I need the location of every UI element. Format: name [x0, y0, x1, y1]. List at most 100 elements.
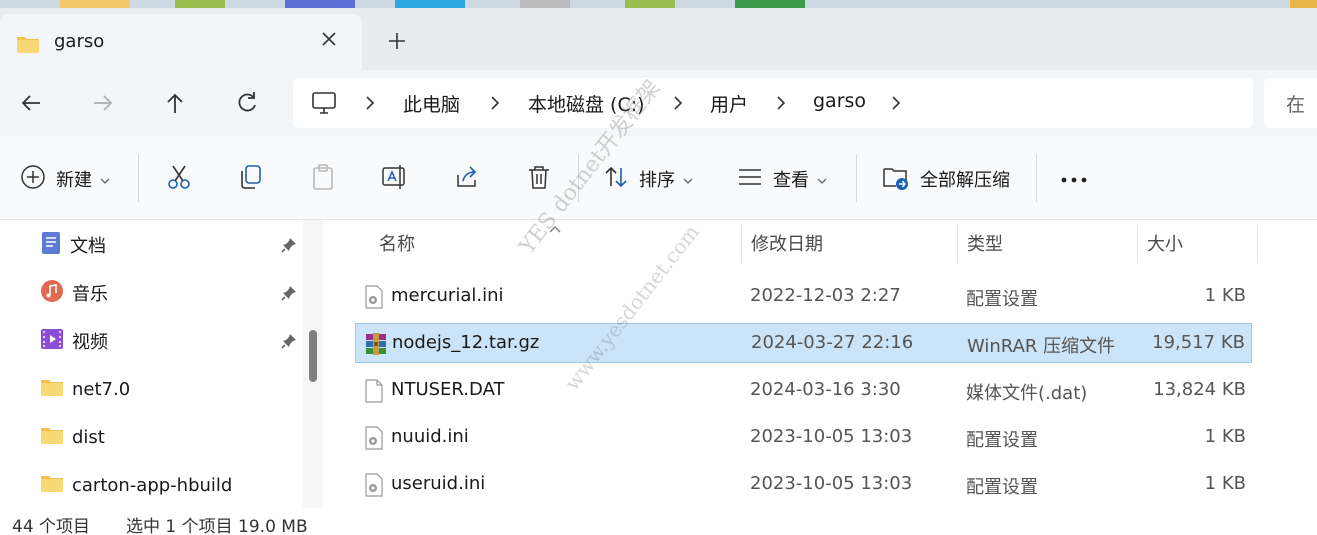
file-modified: 2022-12-03 2:27	[750, 285, 901, 306]
new-label: 新建	[56, 170, 92, 191]
more-icon	[1060, 169, 1088, 190]
copy-button[interactable]	[237, 164, 265, 194]
copy-icon	[237, 163, 265, 196]
tab-title: garso	[54, 31, 105, 52]
sidebar-item-label: 音乐	[72, 284, 108, 305]
item-count: 44 个项目	[12, 517, 91, 535]
sort-ascending-icon	[548, 218, 562, 239]
arrow-up-icon[interactable]	[160, 88, 190, 118]
file-type: 配置设置	[966, 477, 1038, 498]
documents-icon	[40, 231, 62, 260]
search-input[interactable]: 在	[1264, 78, 1317, 128]
view-button[interactable]: 查看	[737, 164, 827, 194]
column-divider[interactable]	[957, 226, 958, 262]
extract-folder-icon	[882, 163, 910, 196]
folder-icon	[40, 473, 64, 498]
share-button[interactable]	[453, 164, 481, 194]
clipboard-icon	[309, 163, 337, 196]
chevron-down-icon	[817, 169, 827, 190]
music-icon	[40, 279, 64, 308]
view-label: 查看	[773, 170, 809, 191]
view-list-icon	[737, 164, 763, 195]
rename-icon	[381, 163, 409, 196]
chevron-right-icon[interactable]	[889, 94, 903, 112]
sort-label: 排序	[639, 170, 675, 191]
file-name: nuuid.ini	[391, 426, 469, 447]
more-button[interactable]	[1060, 164, 1088, 194]
pin-icon[interactable]	[280, 236, 298, 254]
folder-icon	[40, 425, 64, 450]
table-row[interactable]: useruid.ini 2023-10-05 13:03 配置设置 1 KB	[355, 465, 1252, 505]
column-divider[interactable]	[741, 226, 742, 262]
sidebar-item-label: dist	[72, 426, 105, 448]
chevron-down-icon	[683, 169, 693, 190]
selection-info: 选中 1 个项目 19.0 MB	[126, 517, 308, 535]
breadcrumb-users[interactable]: 用户	[710, 90, 748, 117]
toolbar-divider	[578, 154, 579, 202]
pin-icon[interactable]	[280, 332, 298, 350]
table-row[interactable]: mercurial.ini 2022-12-03 2:27 配置设置 1 KB	[355, 277, 1252, 317]
breadcrumb-this-pc[interactable]: 此电脑	[403, 90, 460, 117]
sidebar-item-carton-app-hbuild[interactable]: carton-app-hbuild	[40, 470, 232, 500]
new-button[interactable]: 新建	[20, 164, 110, 194]
column-divider[interactable]	[1137, 226, 1138, 262]
table-row[interactable]: NTUSER.DAT 2024-03-16 3:30 媒体文件(.dat) 13…	[355, 371, 1252, 411]
sidebar-item-net70[interactable]: net7.0	[40, 374, 130, 404]
breadcrumb-garso[interactable]: garso	[813, 90, 866, 112]
column-header-type[interactable]: 类型	[967, 230, 1003, 256]
file-size: 19,517 KB	[1152, 332, 1245, 353]
search-placeholder: 在	[1286, 94, 1306, 116]
folder-icon	[16, 34, 40, 59]
cut-button[interactable]	[165, 164, 193, 194]
breadcrumb-local-disk[interactable]: 本地磁盘 (C:)	[528, 90, 645, 117]
column-header-size[interactable]: 大小	[1147, 230, 1183, 256]
status-bar: 44 个项目 选中 1 个项目 19.0 MB	[0, 508, 1317, 535]
column-header-name[interactable]: 名称	[379, 230, 415, 256]
file-type: WinRAR 压缩文件	[967, 336, 1116, 357]
sidebar-item-label: 视频	[72, 332, 108, 353]
sort-button[interactable]: 排序	[603, 164, 693, 194]
plus-icon[interactable]	[384, 28, 410, 54]
delete-button[interactable]	[525, 164, 553, 194]
chevron-down-icon	[100, 169, 110, 190]
close-icon[interactable]	[318, 28, 340, 50]
extract-all-button[interactable]: 全部解压缩	[882, 164, 1010, 194]
sidebar-item-label: carton-app-hbuild	[72, 474, 233, 496]
extract-all-label: 全部解压缩	[920, 170, 1010, 191]
command-bar: 新建 排序 查看 全部解压缩	[0, 136, 1317, 220]
file-name: NTUSER.DAT	[391, 379, 505, 400]
rename-button[interactable]	[381, 164, 409, 194]
file-size: 13,824 KB	[1153, 379, 1246, 400]
chevron-right-icon[interactable]	[671, 94, 685, 112]
ini-file-icon	[363, 473, 385, 502]
chevron-right-icon[interactable]	[363, 94, 377, 112]
address-bar[interactable]: 此电脑 本地磁盘 (C:) 用户 garso	[293, 78, 1253, 128]
scissors-icon	[165, 163, 193, 196]
file-size: 1 KB	[1204, 473, 1246, 494]
paste-button[interactable]	[309, 163, 337, 196]
video-icon	[40, 327, 64, 356]
column-divider[interactable]	[1257, 226, 1258, 262]
pin-icon[interactable]	[280, 284, 298, 302]
tab-garso[interactable]: garso	[0, 14, 362, 70]
tab-bar: garso	[0, 8, 1317, 70]
sidebar-item-videos[interactable]: 视频	[40, 326, 108, 356]
table-row-selected[interactable]: nodejs_12.tar.gz 2024-03-27 22:16 WinRAR…	[355, 323, 1252, 363]
arrow-right-icon[interactable]	[88, 88, 118, 118]
arrow-left-icon[interactable]	[16, 88, 46, 118]
blank-file-icon	[363, 379, 385, 408]
sort-icon	[603, 164, 629, 195]
chevron-right-icon[interactable]	[488, 94, 502, 112]
column-header-modified[interactable]: 修改日期	[751, 230, 823, 256]
file-name: mercurial.ini	[391, 285, 504, 306]
table-row[interactable]: nuuid.ini 2023-10-05 13:03 配置设置 1 KB	[355, 418, 1252, 458]
computer-icon	[311, 90, 337, 121]
scrollbar-thumb[interactable]	[309, 330, 317, 382]
navigation-pane: 文档 音乐 视频 net7.0 dist carton-app-hbuild	[0, 220, 330, 508]
sidebar-item-dist[interactable]: dist	[40, 422, 105, 452]
file-type: 配置设置	[966, 430, 1038, 451]
chevron-right-icon[interactable]	[774, 94, 788, 112]
refresh-icon[interactable]	[232, 88, 262, 118]
sidebar-item-documents[interactable]: 文档	[40, 230, 106, 260]
sidebar-item-music[interactable]: 音乐	[40, 278, 108, 308]
